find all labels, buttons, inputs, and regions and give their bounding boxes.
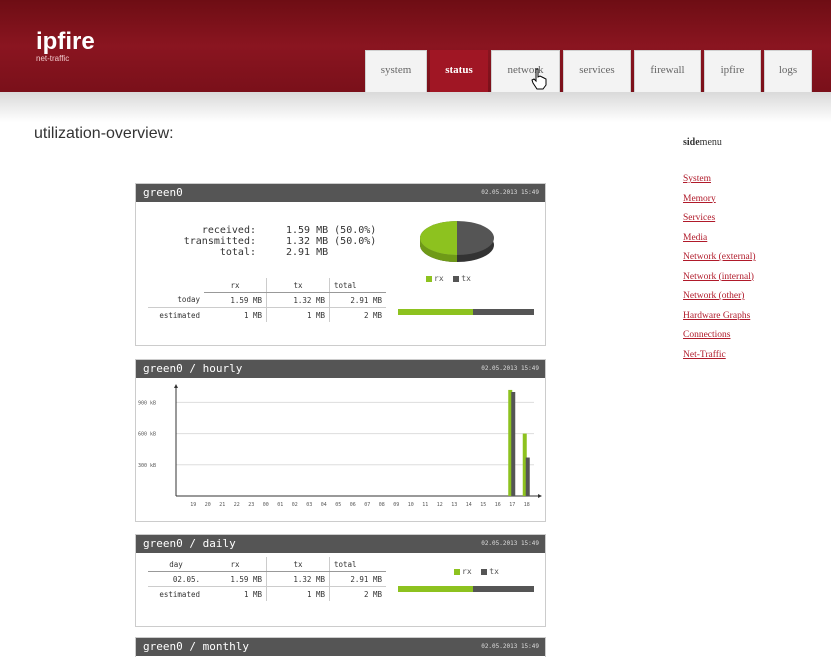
sidemenu-item-hardware-graphs[interactable]: Hardware Graphs <box>683 311 756 331</box>
pie-legend: rx tx <box>426 274 471 283</box>
x-axis-arrow <box>538 494 542 498</box>
total-value: 2.91 MB <box>286 247 329 258</box>
x-tick-label: 14 <box>466 502 472 508</box>
panel-date: 02.05.2013 15:49 <box>481 643 539 650</box>
panel-date: 02.05.2013 15:49 <box>481 189 539 196</box>
x-tick-label: 21 <box>219 502 225 508</box>
traffic-ratio-bar <box>398 586 534 592</box>
side-menu-title: sidemenu <box>683 137 722 148</box>
sidemenu-item-network-external[interactable]: Network (external) <box>683 252 756 272</box>
sidemenu-item-network-internal[interactable]: Network (internal) <box>683 272 756 292</box>
table-row: today 1.59 MB 1.32 MB 2.91 MB <box>148 292 386 308</box>
sidemenu-item-services[interactable]: Services <box>683 213 756 233</box>
x-tick-label: 20 <box>205 502 211 508</box>
tab-services[interactable]: services <box>563 50 631 92</box>
rx-swatch <box>454 568 460 575</box>
daily-legend: rx tx <box>454 567 499 576</box>
tab-system[interactable]: system <box>365 50 427 92</box>
summary-table: rx tx total today 1.59 MB 1.32 MB 2.91 M… <box>148 278 386 322</box>
x-tick-label: 19 <box>190 502 196 508</box>
hourly-bar-chart: 900 kB 600 kB 300 kB 19 20 21 22 23 00 01 02 03 04 05… <box>138 384 542 508</box>
header-shade <box>0 92 831 122</box>
tx-bar <box>473 309 534 315</box>
tab-network[interactable]: network <box>491 50 560 92</box>
panel-title: green0 / monthly <box>143 640 249 653</box>
x-tick-label: 06 <box>350 502 356 508</box>
y-tick-label: 300 kB <box>138 463 156 469</box>
transmitted-label: transmitted: <box>183 236 256 247</box>
x-tick-label: 11 <box>422 502 428 508</box>
tab-status[interactable]: status <box>430 50 488 92</box>
x-tick-label: 15 <box>480 502 486 508</box>
x-tick-label: 00 <box>263 502 269 508</box>
x-tick-label: 16 <box>495 502 501 508</box>
x-tick-label: 22 <box>234 502 240 508</box>
x-tick-label: 18 <box>524 502 530 508</box>
rx-swatch <box>426 275 432 282</box>
daily-panel: green0 / daily 02.05.2013 15:49 day rx t… <box>135 534 546 627</box>
x-tick-label: 08 <box>379 502 385 508</box>
rx-bar <box>398 586 473 592</box>
x-tick-label: 03 <box>306 502 312 508</box>
panel-title: green0 / daily <box>143 537 236 550</box>
panel-header: green0 / monthly 02.05.2013 15:49 <box>136 638 545 656</box>
x-tick-label: 07 <box>364 502 370 508</box>
x-tick-label: 10 <box>408 502 414 508</box>
daily-table: day rx tx total 02.05. 1.59 MB 1.32 MB 2… <box>148 557 386 601</box>
x-tick-label: 05 <box>335 502 341 508</box>
x-tick-label: 12 <box>437 502 443 508</box>
table-row: estimated 1 MB 1 MB 2 MB <box>148 307 386 322</box>
transmitted-value: 1.32 MB (50.0%) <box>286 236 377 247</box>
monthly-panel: green0 / monthly 02.05.2013 15:49 <box>135 637 546 657</box>
received-value: 1.59 MB (50.0%) <box>286 225 377 236</box>
y-tick-label: 600 kB <box>138 432 156 438</box>
rx-bar <box>398 309 473 315</box>
hourly-panel: green0 / hourly 02.05.2013 15:49 900 kB 6… <box>135 359 546 522</box>
tx-swatch <box>453 275 460 282</box>
bar-tx <box>525 457 530 496</box>
sidemenu-item-connections[interactable]: Connections <box>683 330 756 350</box>
tx-bar <box>473 586 534 592</box>
traffic-pie-chart <box>420 221 494 262</box>
x-tick-label: 17 <box>509 502 515 508</box>
table-header-row: rx tx total <box>148 278 386 293</box>
main-tabs: system status network services firewall … <box>0 50 831 92</box>
bar-tx <box>511 392 516 496</box>
y-axis-arrow <box>174 384 178 388</box>
tab-logs[interactable]: logs <box>764 50 812 92</box>
tab-firewall[interactable]: firewall <box>634 50 701 92</box>
x-tick-label: 01 <box>277 502 283 508</box>
page-title: utilization-overview: <box>34 125 174 142</box>
tx-swatch <box>481 568 488 575</box>
panel-header: green0 02.05.2013 15:49 <box>136 184 545 202</box>
x-tick-label: 02 <box>292 502 298 508</box>
table-row: estimated 1 MB 1 MB 2 MB <box>148 586 386 601</box>
x-tick-label: 04 <box>321 502 327 508</box>
sidemenu-item-memory[interactable]: Memory <box>683 194 756 214</box>
table-header-row: day rx tx total <box>148 557 386 572</box>
received-label: received: <box>201 225 256 236</box>
traffic-ratio-bar <box>398 309 534 315</box>
x-tick-label: 09 <box>393 502 399 508</box>
panel-date: 02.05.2013 15:49 <box>481 540 539 547</box>
summary-panel: green0 02.05.2013 15:49 received: transm… <box>135 183 546 346</box>
side-menu: sidemenu System Memory Services Media Ne… <box>683 137 756 369</box>
table-row: 02.05. 1.59 MB 1.32 MB 2.91 MB <box>148 571 386 587</box>
sidemenu-item-media[interactable]: Media <box>683 233 756 253</box>
panel-title: green0 / hourly <box>143 362 243 375</box>
panel-title: green0 <box>143 186 183 199</box>
sidemenu-item-system[interactable]: System <box>683 174 756 194</box>
sidemenu-item-network-other[interactable]: Network (other) <box>683 291 756 311</box>
panel-header: green0 / daily 02.05.2013 15:49 <box>136 535 545 553</box>
total-label: total: <box>219 247 256 258</box>
panel-date: 02.05.2013 15:49 <box>481 365 539 372</box>
hand-cursor-icon <box>531 68 547 90</box>
x-tick-label: 23 <box>248 502 254 508</box>
tab-ipfire[interactable]: ipfire <box>704 50 761 92</box>
panel-header: green0 / hourly 02.05.2013 15:49 <box>136 360 545 378</box>
sidemenu-item-net-traffic[interactable]: Net-Traffic <box>683 350 756 370</box>
y-tick-label: 900 kB <box>138 400 156 406</box>
x-tick-label: 13 <box>451 502 457 508</box>
